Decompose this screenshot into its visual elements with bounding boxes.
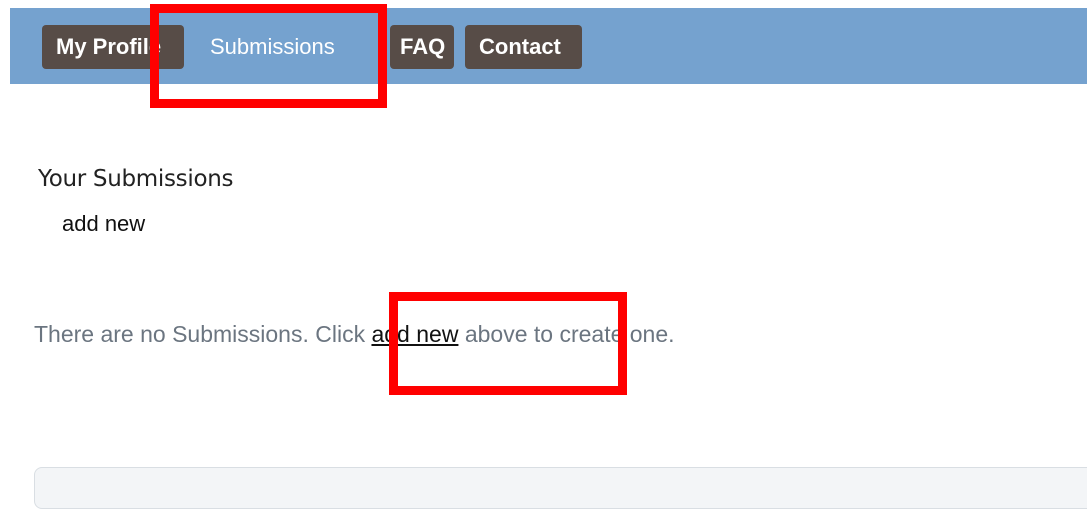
footer-panel (34, 467, 1087, 509)
tab-my-profile[interactable]: My Profile (42, 25, 184, 69)
inline-add-new-link[interactable]: add new (371, 321, 458, 347)
tab-contact[interactable]: Contact (465, 25, 582, 69)
page-title: Your Submissions (38, 166, 234, 192)
empty-message-after: above to create one. (458, 321, 675, 347)
empty-state-message: There are no Submissions. Click add new … (34, 321, 675, 348)
top-navbar: My Profile Submissions FAQ Contact (10, 8, 1087, 84)
tab-submissions[interactable]: Submissions (196, 25, 349, 69)
empty-message-before: There are no Submissions. Click (34, 321, 372, 347)
add-new-link[interactable]: add new (62, 211, 145, 237)
tab-faq[interactable]: FAQ (390, 25, 454, 69)
